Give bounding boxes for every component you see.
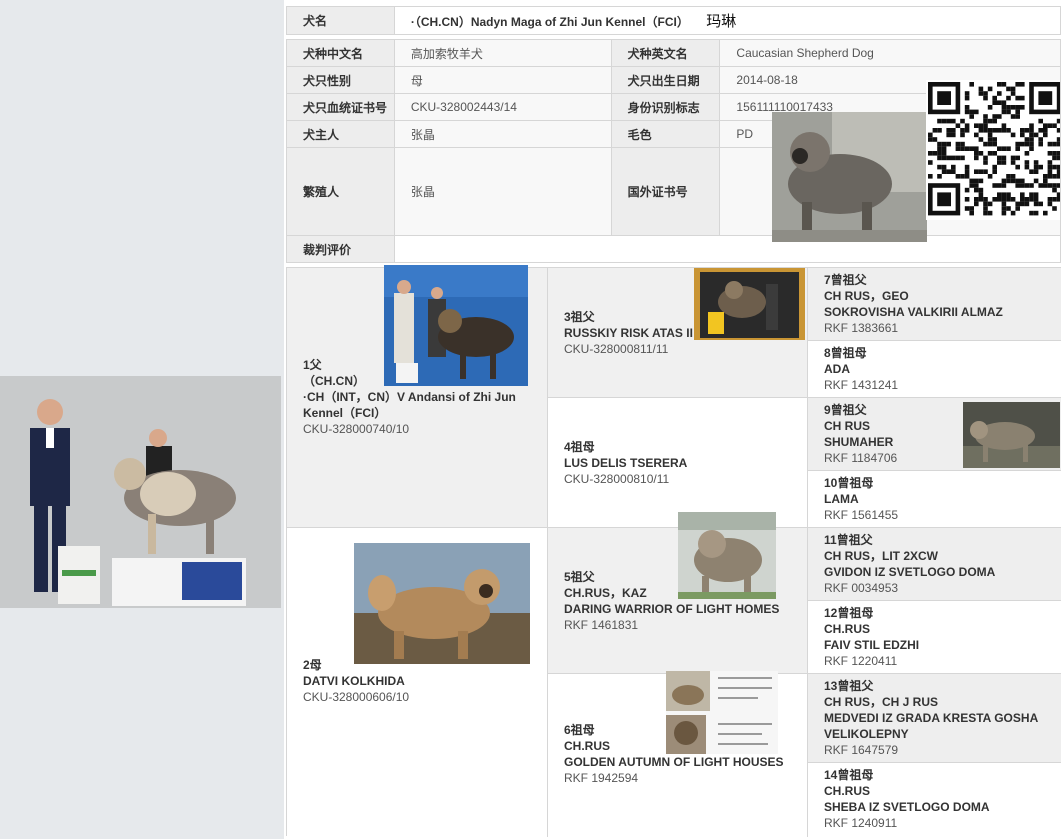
- chip-label: 身份识别标志: [610, 93, 721, 121]
- gg11-title: CH RUS，LIT 2XCW: [824, 549, 939, 563]
- gg14-cell: 14曾祖母 CH.RUS SHEBA IZ SVETLOGO DOMA RKF …: [808, 763, 1061, 837]
- gg10-cell: 10曾祖母 LAMA RKF 1561455: [808, 471, 1061, 528]
- dog-name-cn: 玛琳: [706, 12, 737, 30]
- gg13-reg: RKF 1647579: [824, 743, 899, 757]
- dog-name-en: ·（CH.CN）Nadyn Maga of Zhi Jun Kennel（FCI…: [410, 15, 689, 29]
- breed-en-value: Caucasian Shepherd Dog: [719, 39, 1061, 67]
- gg7-label: 7曾祖父: [824, 273, 867, 287]
- g3-reg: CKU-328000811/11: [564, 342, 669, 356]
- dog-name-value: ·（CH.CN）Nadyn Maga of Zhi Jun Kennel（FCI…: [393, 6, 1061, 35]
- gg13-label: 13曾祖父: [824, 679, 874, 693]
- gg10-name: LAMA: [824, 492, 859, 506]
- sire-photo: [384, 265, 528, 386]
- gg9-label: 9曾祖父: [824, 403, 867, 417]
- gg11-name: GVIDON IZ SVETLOGO DOMA: [824, 565, 996, 579]
- gg9-reg: RKF 1184706: [824, 451, 898, 465]
- gg13-name: MEDVEDI IZ GRADA KRESTA GOSHA VELIKOLEPN…: [824, 711, 1038, 741]
- gg8-name: ADA: [824, 362, 850, 376]
- gg11-cell: 11曾祖父 CH RUS，LIT 2XCW GVIDON IZ SVETLOGO…: [808, 528, 1061, 601]
- g6-name: GOLDEN AUTUMN OF LIGHT HOUSES: [564, 755, 784, 769]
- g3-name: RUSSKIY RISK ATAS II: [564, 326, 693, 340]
- g4-label: 4祖母: [564, 440, 595, 454]
- gg12-cell: 12曾祖母 CH.RUS FAIV STIL EDZHI RKF 1220411: [808, 601, 1061, 674]
- gg7-cell: 7曾祖父 CH RUS，GEO SOKROVISHA VALKIRII ALMA…: [808, 268, 1061, 341]
- dam-reg: CKU-328000606/10: [303, 690, 410, 704]
- gg9-name: SHUMAHER: [824, 435, 894, 449]
- g3-photo: [694, 268, 805, 353]
- g6-photo: [666, 671, 778, 754]
- gg11-reg: RKF 0034953: [824, 581, 899, 595]
- dob-label: 犬只出生日期: [610, 66, 721, 94]
- gg14-label: 14曾祖母: [824, 768, 874, 782]
- g4-name: LUS DELIS TSERERA: [564, 456, 688, 470]
- sex-value: 母: [393, 66, 612, 94]
- gg14-reg: RKF 1240911: [824, 816, 898, 830]
- g5-reg: RKF 1461831: [564, 618, 639, 632]
- dog-name-label: 犬名: [286, 6, 395, 35]
- gg14-title: CH.RUS: [824, 784, 871, 798]
- g5-name: DARING WARRIOR OF LIGHT HOMES: [564, 602, 780, 616]
- g6-reg: RKF 1942594: [564, 771, 639, 785]
- gg12-reg: RKF 1220411: [824, 654, 898, 668]
- g3-label: 3祖父: [564, 310, 595, 324]
- reg-value: CKU-328002443/14: [393, 93, 612, 121]
- judge-label: 裁判评价: [286, 235, 395, 263]
- dog-photo: [772, 112, 927, 242]
- gg10-label: 10曾祖母: [824, 476, 874, 490]
- granddam-4-cell: 4祖母 LUS DELIS TSERERA CKU-328000810/11: [548, 398, 808, 528]
- reg-label: 犬只血统证书号: [286, 93, 395, 121]
- gg14-name: SHEBA IZ SVETLOGO DOMA: [824, 800, 990, 814]
- qr-code-image: [926, 80, 1061, 220]
- gg12-title: CH.RUS: [824, 622, 871, 636]
- gg8-cell: 8曾祖母 ADA RKF 1431241: [808, 341, 1061, 398]
- gg12-label: 12曾祖母: [824, 606, 874, 620]
- breed-en-label: 犬种英文名: [610, 39, 721, 67]
- breeder-value: 张晶: [393, 147, 612, 236]
- g5-photo: [678, 512, 776, 599]
- show-photo: [0, 376, 281, 608]
- gg13-title: CH RUS，CH J RUS: [824, 695, 939, 709]
- gg9-photo: [963, 402, 1060, 468]
- breed-cn-value: 高加索牧羊犬: [393, 39, 612, 67]
- gg13-cell: 13曾祖父 CH RUS，CH J RUS MEDVEDI IZ GRADA K…: [808, 674, 1061, 763]
- show-photo-image: [0, 376, 281, 608]
- breed-cn-label: 犬种中文名: [286, 39, 395, 67]
- foreign-label: 国外证书号: [610, 147, 721, 236]
- owner-value: 张晶: [393, 120, 612, 148]
- gg12-name: FAIV STIL EDZHI: [824, 638, 920, 652]
- sire-reg: CKU-328000740/10: [303, 422, 410, 436]
- gg8-label: 8曾祖母: [824, 346, 867, 360]
- gg7-reg: RKF 1383661: [824, 321, 899, 335]
- gg7-title: CH RUS，GEO: [824, 289, 909, 303]
- gg9-title: CH RUS: [824, 419, 871, 433]
- sire-name: ·CH（INT，CN）V Andansi of Zhi Jun Kennel（F…: [303, 390, 516, 420]
- dam-name: DATVI KOLKHIDA: [303, 674, 405, 688]
- gg11-label: 11曾祖父: [824, 533, 873, 547]
- gg7-name: SOKROVISHA VALKIRII ALMAZ: [824, 305, 1003, 319]
- gg8-reg: RKF 1431241: [824, 378, 899, 392]
- qr-code[interactable]: [926, 80, 1061, 220]
- gg10-reg: RKF 1561455: [824, 508, 899, 522]
- sex-label: 犬只性别: [286, 66, 395, 94]
- judge-value: [393, 235, 1061, 263]
- owner-label: 犬主人: [286, 120, 395, 148]
- breeder-label: 繁殖人: [286, 147, 395, 236]
- color-label: 毛色: [610, 120, 721, 148]
- dam-photo: [354, 543, 530, 664]
- g4-reg: CKU-328000810/11: [564, 472, 670, 486]
